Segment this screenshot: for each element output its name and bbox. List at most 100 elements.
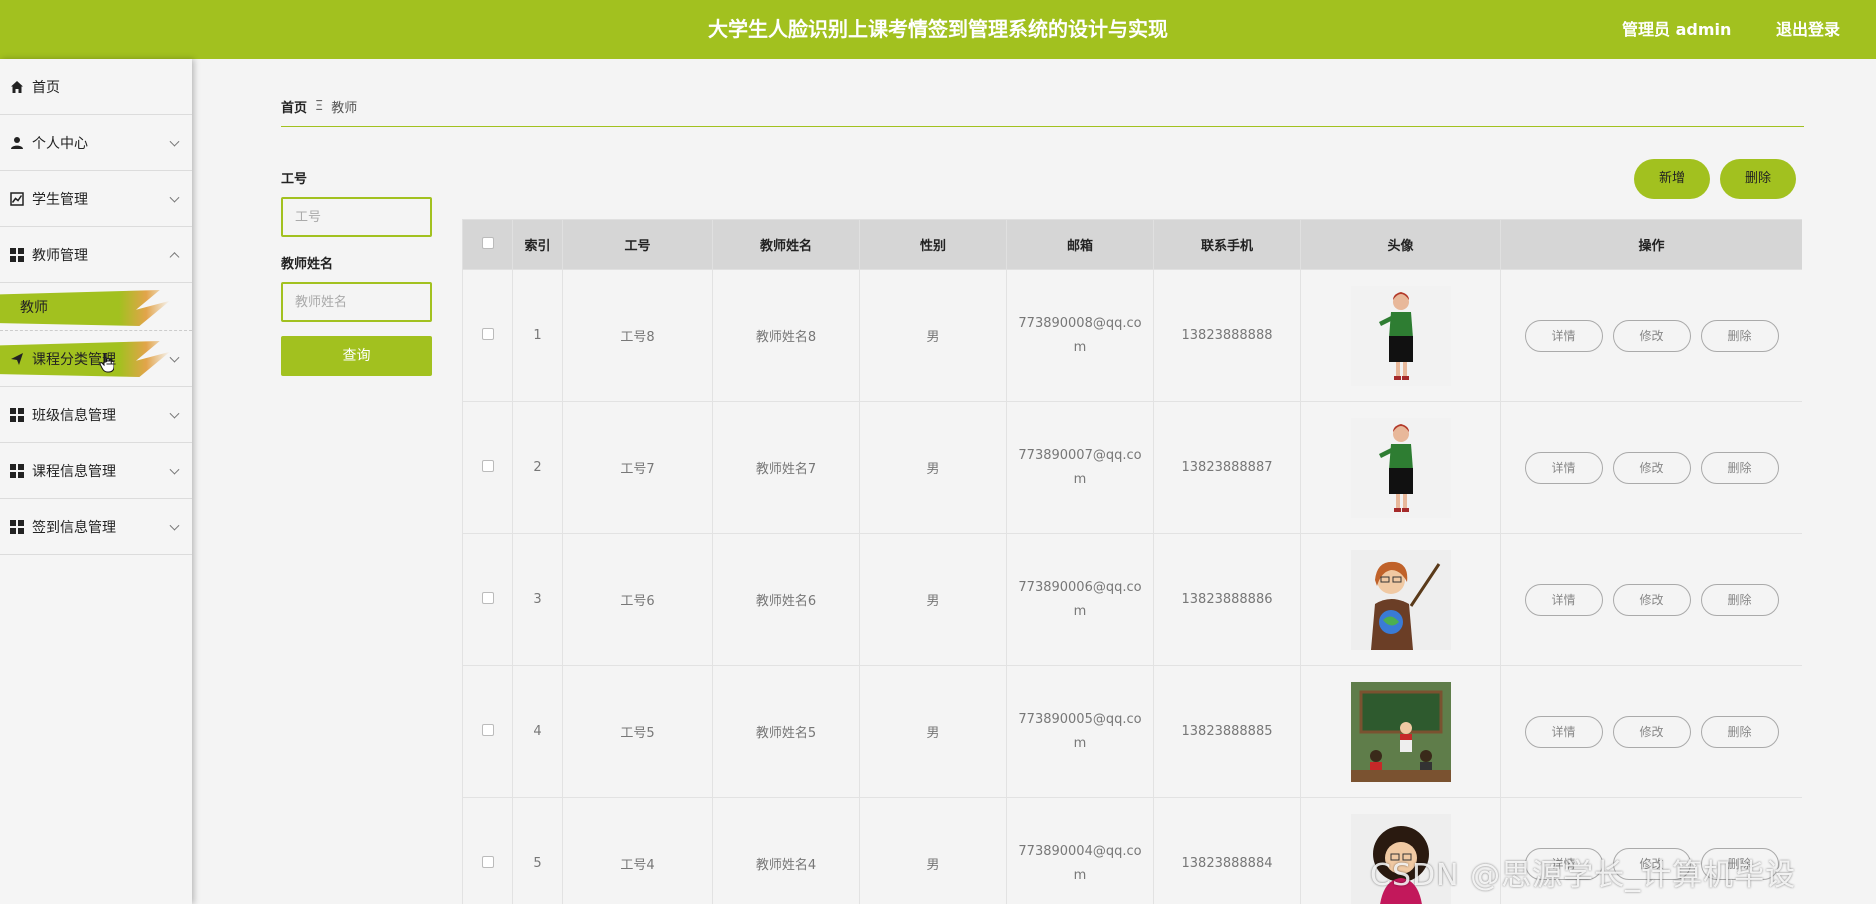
edit-button[interactable]: 修改: [1612, 319, 1691, 352]
sidebar-subitem-label: 教师: [20, 299, 48, 316]
teacher-name-cell: 教师姓名6: [712, 533, 860, 666]
sidebar-item-label: 首页: [32, 79, 60, 96]
column-header: 性别: [859, 219, 1007, 270]
index-cell: 2: [512, 401, 563, 534]
detail-button[interactable]: 详情: [1524, 583, 1603, 616]
watermark: CSDN @思源学长_计算机毕设: [1370, 858, 1797, 893]
home-icon: [10, 80, 24, 94]
row-delete-button[interactable]: 删除: [1700, 715, 1779, 748]
chart-icon: [10, 191, 24, 206]
admin-label: 管理员 admin: [1622, 20, 1732, 39]
email-text: 773890007@qq.com: [1018, 447, 1142, 487]
email-cell: 773890008@qq.com: [1006, 269, 1154, 402]
select-all-header: [462, 219, 513, 270]
chevron-up-icon: [169, 251, 180, 262]
gender-cell: 男: [859, 533, 1007, 666]
chevron-down-icon: [169, 520, 180, 531]
edit-button[interactable]: 修改: [1612, 583, 1691, 616]
phone-cell: 13823888884: [1153, 797, 1301, 904]
table-row: 3 工号6 教师姓名6 男 773890006@qq.com 13823888886 详情修…: [462, 533, 1802, 666]
teacher-name-cell: 教师姓名7: [712, 401, 860, 534]
column-header: 邮箱: [1006, 219, 1154, 270]
phone-cell: 13823888888: [1153, 269, 1301, 402]
row-checkbox[interactable]: [481, 459, 494, 472]
column-header: 操作: [1500, 219, 1802, 270]
sidebar-subitem-teacher[interactable]: 教师: [0, 283, 192, 331]
phone-cell: 13823888887: [1153, 401, 1301, 534]
sidebar-item-student-management[interactable]: 学生管理: [0, 171, 192, 227]
column-header: 索引: [512, 219, 563, 270]
avatar-cell: [1300, 533, 1501, 666]
breadcrumb: 首页 Ξ 教师: [281, 97, 357, 116]
row-checkbox[interactable]: [481, 591, 494, 604]
row-delete-button[interactable]: 删除: [1700, 583, 1779, 616]
chevron-down-icon: [169, 464, 180, 475]
gender-cell: 男: [859, 269, 1007, 402]
teacher-table: 索引 工号 教师姓名 性别 邮箱 联系手机 头像 操作 1 工号8 教师姓名8 男 77…: [462, 219, 1802, 904]
classroom-avatar: [1350, 681, 1451, 782]
email-text: 773890006@qq.com: [1018, 579, 1142, 619]
teacher-globe-avatar: [1350, 549, 1451, 650]
column-header: 联系手机: [1153, 219, 1301, 270]
chevron-down-icon: [169, 408, 180, 419]
teacher-name-cell: 教师姓名8: [712, 269, 860, 402]
table-row: 1 工号8 教师姓名8 男 773890008@qq.com 13823888888 详情修…: [462, 269, 1802, 402]
chevron-down-icon: [169, 352, 180, 363]
email-cell: 773890006@qq.com: [1006, 533, 1154, 666]
select-all-checkbox[interactable]: [481, 236, 494, 249]
page-title: 大学生人脸识别上课考情签到管理系统的设计与实现: [708, 17, 1168, 41]
edit-button[interactable]: 修改: [1612, 715, 1691, 748]
sidebar-item-label: 教师管理: [32, 247, 88, 264]
detail-button[interactable]: 详情: [1524, 319, 1603, 352]
detail-button[interactable]: 详情: [1524, 451, 1603, 484]
avatar-cell: [1300, 401, 1501, 534]
teacher-name-input[interactable]: [281, 282, 432, 322]
gender-cell: 男: [859, 797, 1007, 904]
avatar-cell: [1300, 665, 1501, 798]
gender-cell: 男: [859, 401, 1007, 534]
job-no-input[interactable]: [281, 197, 432, 237]
phone-cell: 13823888885: [1153, 665, 1301, 798]
email-cell: 773890007@qq.com: [1006, 401, 1154, 534]
sidebar-item-class-info[interactable]: 班级信息管理: [0, 387, 192, 443]
sidebar-item-label: 签到信息管理: [32, 519, 116, 536]
row-delete-button[interactable]: 删除: [1700, 319, 1779, 352]
logout-button[interactable]: 退出登录: [1776, 0, 1840, 59]
teacher-red-avatar: [1350, 285, 1451, 386]
row-checkbox[interactable]: [481, 723, 494, 736]
sidebar-item-label: 班级信息管理: [32, 407, 116, 424]
grid-icon: [10, 247, 24, 262]
column-header: 头像: [1300, 219, 1501, 270]
breadcrumb-current: 教师: [331, 101, 358, 116]
sidebar-item-teacher-management[interactable]: 教师管理: [0, 227, 192, 283]
row-select-cell: [462, 401, 513, 534]
row-delete-button[interactable]: 删除: [1700, 451, 1779, 484]
index-cell: 5: [512, 797, 563, 904]
operations-cell: 详情 修改 删除: [1500, 401, 1802, 534]
add-button[interactable]: 新增: [1634, 159, 1710, 199]
send-icon: [10, 352, 24, 366]
row-checkbox[interactable]: [481, 327, 494, 340]
sidebar-item-course-category[interactable]: 课程分类管理: [0, 331, 192, 387]
detail-button[interactable]: 详情: [1524, 715, 1603, 748]
sidebar-item-home[interactable]: 首页: [0, 59, 192, 115]
sidebar-item-personal-center[interactable]: 个人中心: [0, 115, 192, 171]
email-cell: 773890004@qq.com: [1006, 797, 1154, 904]
sidebar-item-label: 课程分类管理: [32, 351, 116, 368]
operations-cell: 详情 修改 删除: [1500, 269, 1802, 402]
sidebar-item-label: 课程信息管理: [32, 463, 116, 480]
grid-icon: [10, 463, 24, 478]
sidebar-item-signin-info[interactable]: 签到信息管理: [0, 499, 192, 555]
job-no-cell: 工号4: [562, 797, 713, 904]
edit-button[interactable]: 修改: [1612, 451, 1691, 484]
user-icon: [10, 136, 24, 150]
sidebar-item-course-info[interactable]: 课程信息管理: [0, 443, 192, 499]
chevron-down-icon: [169, 136, 180, 147]
breadcrumb-home[interactable]: 首页: [281, 97, 307, 116]
chevron-down-icon: [169, 192, 180, 203]
query-button[interactable]: 查询: [281, 336, 432, 376]
row-checkbox[interactable]: [481, 855, 494, 868]
row-select-cell: [462, 533, 513, 666]
job-no-cell: 工号8: [562, 269, 713, 402]
delete-button[interactable]: 删除: [1720, 159, 1796, 199]
